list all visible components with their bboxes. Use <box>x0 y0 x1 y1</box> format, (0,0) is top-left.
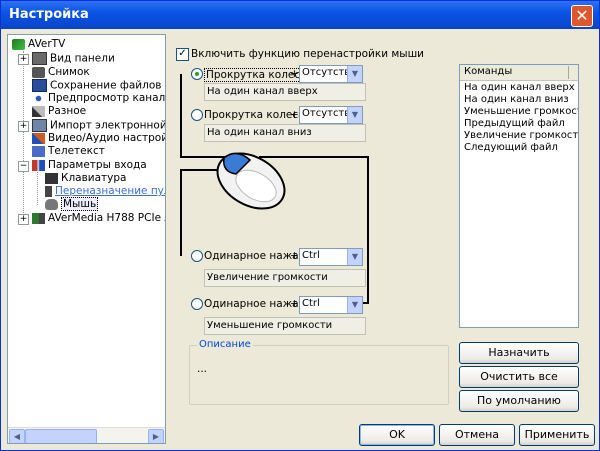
scroll-right-button[interactable]: ▶ <box>148 429 164 443</box>
title-bar[interactable]: Настройка ✕ <box>1 1 599 29</box>
list-item[interactable]: Увеличение громкости <box>464 130 578 141</box>
list-item[interactable]: На один канал вниз <box>464 94 569 105</box>
modifier-combo-2[interactable]: Отсутству ▼ <box>299 106 363 124</box>
mouse-illustration-icon <box>216 152 286 210</box>
chevron-down-icon[interactable]: ▼ <box>347 249 362 265</box>
radio-wheel-down[interactable] <box>191 109 203 121</box>
panel-icon <box>32 52 47 65</box>
tree-line <box>23 51 24 217</box>
description-text: ... <box>197 363 208 375</box>
plus-sign: + <box>290 68 299 80</box>
description-group <box>189 345 449 405</box>
enable-remap-label: Включить функцию перенастройки мыши <box>191 48 425 60</box>
plus-sign: + <box>290 298 299 310</box>
connector-line <box>180 169 182 256</box>
modifier-combo-3[interactable]: Ctrl ▼ <box>299 248 363 266</box>
misc-icon <box>32 105 45 117</box>
window-title: Настройка <box>9 7 89 22</box>
app-icon <box>12 38 25 50</box>
tree-item-input-params[interactable]: Параметры входа <box>32 159 147 172</box>
save-file-icon <box>32 79 47 92</box>
list-item[interactable]: Уменьшение громкости <box>464 106 578 117</box>
mouse-icon <box>45 198 58 210</box>
action-value-2: На один канал вниз <box>204 124 366 142</box>
radio-click-1[interactable] <box>191 250 203 262</box>
import-icon <box>32 119 47 132</box>
radio-click-2[interactable] <box>191 298 203 310</box>
expander-input-params[interactable]: − <box>18 161 29 172</box>
apply-button[interactable]: Применить <box>519 424 595 446</box>
commands-list[interactable]: Команды На один канал вверх На один кана… <box>459 64 579 328</box>
assign-button[interactable]: Назначить <box>459 342 579 364</box>
list-item[interactable]: Следующий файл <box>464 142 558 153</box>
chevron-down-icon[interactable]: ▼ <box>347 66 362 82</box>
defaults-button[interactable]: По умолчанию <box>459 390 579 412</box>
tree-item-device[interactable]: AVerMedia H788 PCIe Analo <box>32 212 165 225</box>
tree-horizontal-scrollbar[interactable]: ◀ ▶ <box>8 427 165 443</box>
tree-item-vid-paneli[interactable]: Вид панели <box>32 52 115 65</box>
action-value-1: На один канал вверх <box>204 83 366 101</box>
eye-icon <box>32 92 45 104</box>
expander-import-epg[interactable]: + <box>18 121 29 132</box>
chevron-down-icon[interactable]: ▼ <box>347 297 362 313</box>
ok-button[interactable]: OK <box>359 424 435 446</box>
tree-item-misc[interactable]: Разное <box>32 105 86 118</box>
list-item[interactable]: Предыдущий файл <box>464 118 565 129</box>
modifier-combo-1[interactable]: Отсутству ▼ <box>299 65 363 83</box>
close-button[interactable]: ✕ <box>571 5 593 27</box>
remote-icon <box>45 185 52 197</box>
connector-line <box>367 156 369 304</box>
tree-item-keyboard[interactable]: Клавиатура <box>45 172 126 185</box>
plus-sign: + <box>290 250 299 262</box>
expander-vid-paneli[interactable]: + <box>18 54 29 65</box>
scroll-left-button[interactable]: ◀ <box>9 429 25 443</box>
tools-icon <box>32 132 45 144</box>
cancel-button[interactable]: Отмена <box>439 424 515 446</box>
action-value-4: Уменьшение громкости <box>204 317 366 335</box>
expander-device[interactable]: + <box>18 214 29 225</box>
clear-all-button[interactable]: Очистить все <box>459 366 579 388</box>
tree-item-channel-preview[interactable]: Предпросмотр каналов <box>32 92 165 105</box>
tree-item-mouse[interactable]: Мышь <box>45 197 99 211</box>
settings-window: Настройка ✕ AVerTV + Вид панели Снимок С… <box>0 0 600 451</box>
radio-wheel-up[interactable] <box>191 68 203 80</box>
tree-item-video-audio[interactable]: Видео/Аудио настройки <box>32 132 165 145</box>
modifier-combo-4[interactable]: Ctrl ▼ <box>299 296 363 314</box>
scroll-thumb[interactable] <box>25 429 97 443</box>
commands-header[interactable]: Команды <box>460 65 578 81</box>
tree-item-teletext[interactable]: Телетекст <box>32 145 105 158</box>
chevron-down-icon[interactable]: ▼ <box>347 107 362 123</box>
tree-item-save-files[interactable]: Сохранение файлов <box>32 79 161 92</box>
device-icon <box>32 212 45 224</box>
keyboard-icon <box>45 172 58 184</box>
teletext-icon <box>32 145 45 157</box>
input-icon <box>32 159 45 171</box>
camera-icon <box>32 66 45 78</box>
plus-sign: + <box>290 109 299 121</box>
action-value-3: Увеличение громкости <box>204 269 366 287</box>
enable-remap-checkbox[interactable]: ✓ <box>176 48 189 61</box>
settings-tree[interactable]: AVerTV + Вид панели Снимок Сохранение фа… <box>7 34 166 444</box>
tree-item-avertv[interactable]: AVerTV <box>12 38 65 51</box>
tree-item-import-epg[interactable]: Импорт электронной прог <box>32 119 165 132</box>
list-item[interactable]: На один канал вверх <box>464 82 575 93</box>
description-label: Описание <box>197 339 253 350</box>
tree-item-snimok[interactable]: Снимок <box>32 66 90 79</box>
connector-line <box>180 74 182 158</box>
